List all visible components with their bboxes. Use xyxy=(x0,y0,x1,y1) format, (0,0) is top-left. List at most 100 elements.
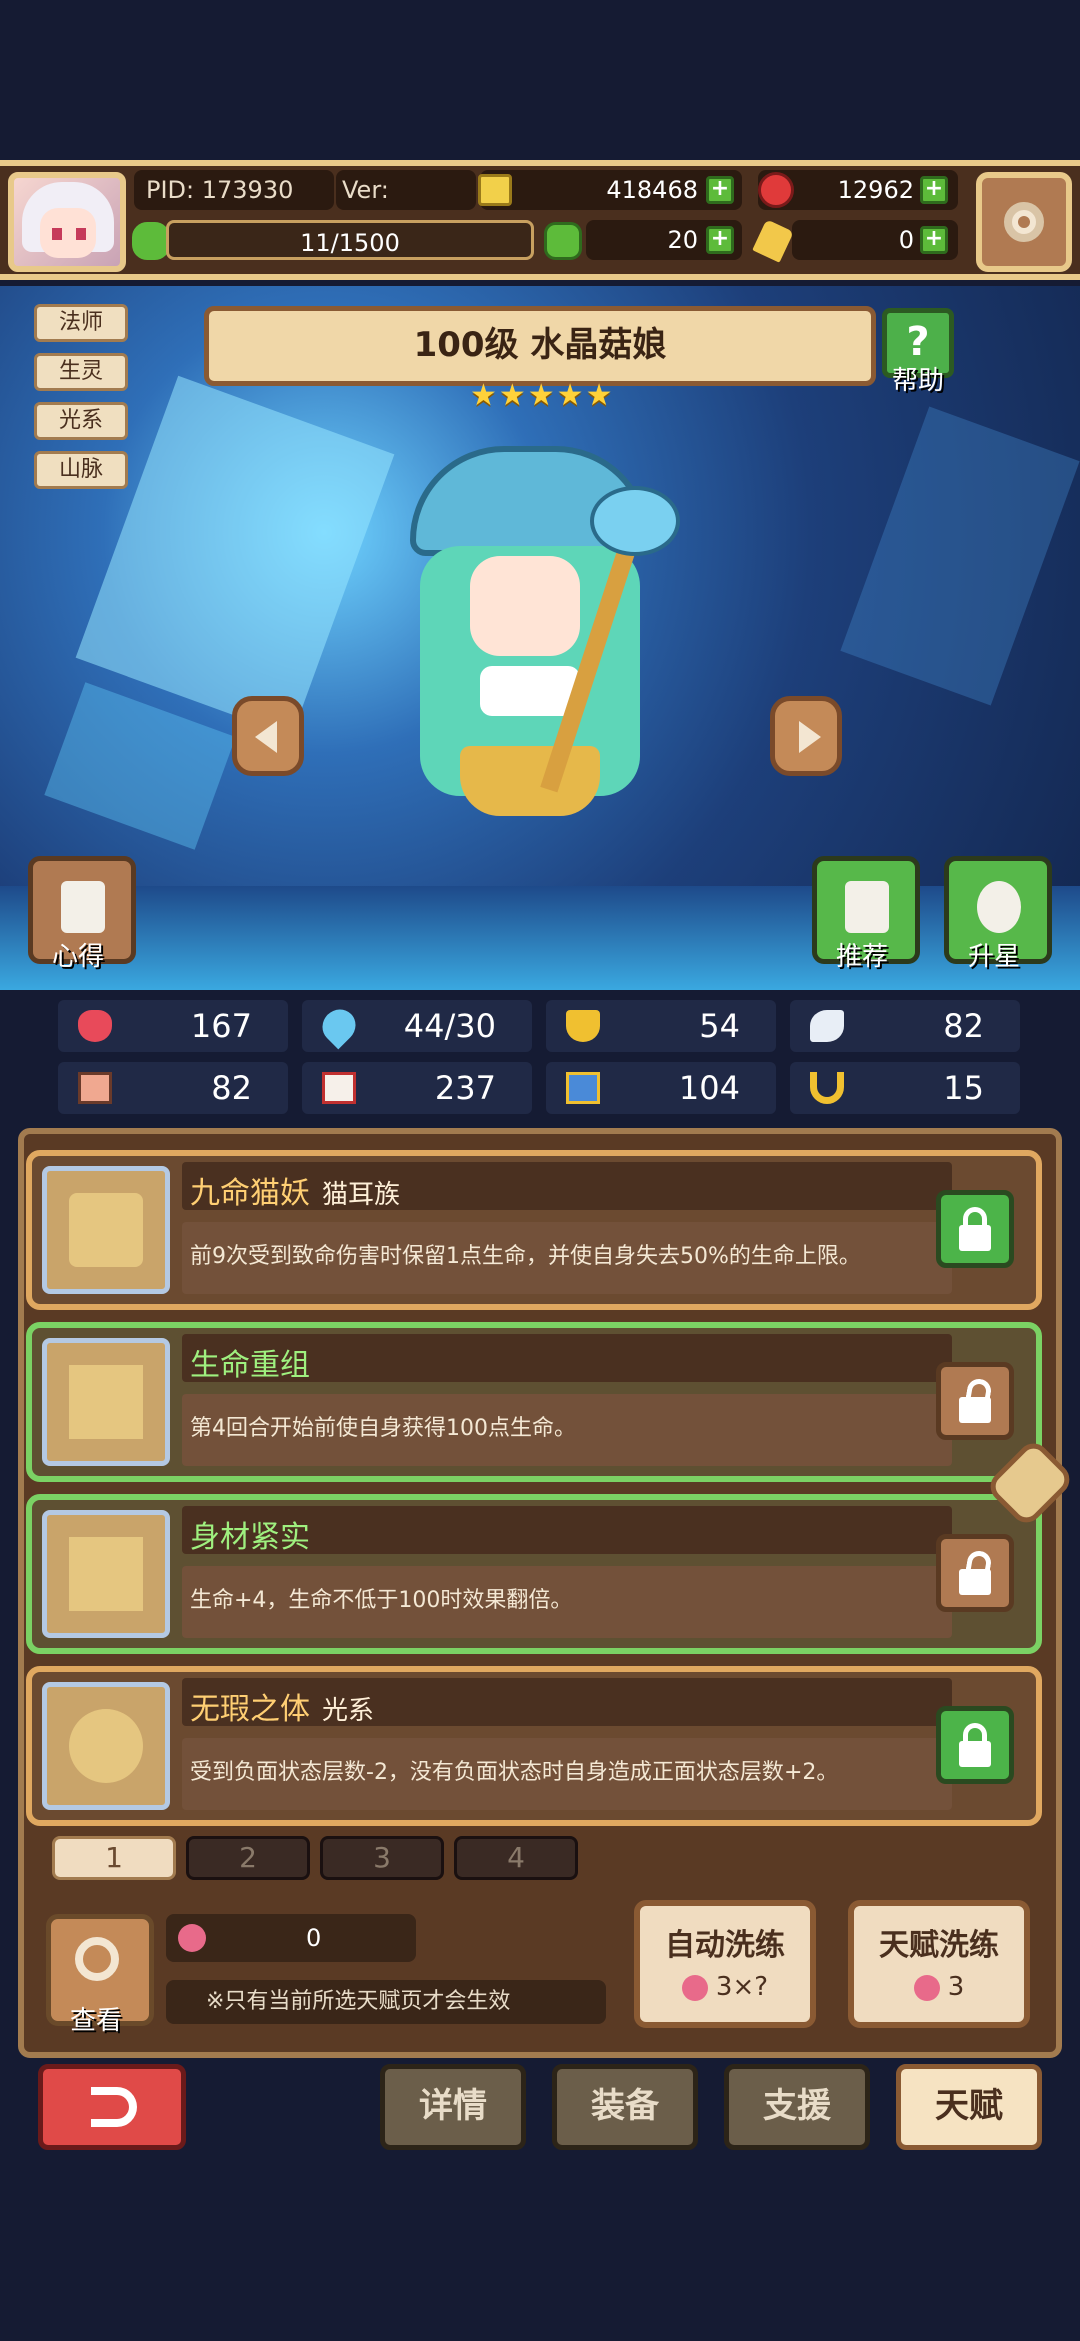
chevron-right-icon xyxy=(799,721,821,753)
stat-magic: 237 xyxy=(302,1062,532,1114)
talent-slot-1[interactable]: 九命猫妖 猫耳族 前9次受到致命伤害时保留1点生命，并使自身失去50%的生命上限。 xyxy=(26,1150,1042,1310)
fist-icon xyxy=(78,1072,112,1104)
character-face xyxy=(470,556,580,656)
character-sprite[interactable] xyxy=(390,436,690,936)
page-tab-1[interactable]: 1 xyxy=(52,1836,176,1880)
cat-icon xyxy=(69,1193,143,1267)
stat-luck: 15 xyxy=(790,1062,1020,1114)
peach-icon xyxy=(178,1924,206,1952)
avatar-eye xyxy=(52,228,62,240)
stat-value: 44/30 xyxy=(403,1007,496,1045)
back-button[interactable] xyxy=(38,2064,186,2150)
talent-name: 身材紧实 xyxy=(190,1520,310,1555)
talent-icon-box xyxy=(42,1510,170,1638)
talent-wash-cost: 3 xyxy=(854,1972,1024,2002)
character-skirt xyxy=(460,746,600,816)
talent-unlock-button[interactable] xyxy=(936,1362,1014,1440)
talent-wash-label: 天赋洗练 xyxy=(879,1928,999,1963)
wash-section: 查看 0 ※只有当前所选天赋页才会生效 自动洗练 3×? 天赋洗练 3 xyxy=(36,1900,1036,2040)
auto-wash-cost: 3×? xyxy=(640,1972,810,2002)
talent-unlock-button[interactable] xyxy=(936,1534,1014,1612)
gem-add-button[interactable]: + xyxy=(920,176,948,204)
key-add-button[interactable]: + xyxy=(920,226,948,254)
peach-icon xyxy=(913,1974,940,2001)
star-rating: ★★★★★ xyxy=(470,378,615,413)
nav-details[interactable]: 详情 xyxy=(380,2064,526,2150)
top-status-bar: PID: 173930 Ver: 1.0.1.0 418468 + 12962 … xyxy=(0,160,1080,280)
clover-value: 20 xyxy=(667,226,698,254)
talent-name: 生命重组 xyxy=(190,1348,310,1383)
talent-subtype: 猫耳族 xyxy=(322,1180,401,1210)
question-icon: ? xyxy=(906,319,930,365)
talent-slot-2[interactable]: 生命重组 第4回合开始前使自身获得100点生命。 xyxy=(26,1322,1042,1482)
magnifier-icon xyxy=(75,1937,119,1981)
peach-counter: 0 xyxy=(166,1914,416,1962)
key-value: 0 xyxy=(898,226,914,254)
nav-support[interactable]: 支援 xyxy=(724,2064,870,2150)
talent-name: 无瑕之体 xyxy=(190,1692,310,1727)
talent-slot-3[interactable]: 身材紧实 生命+4，生命不低于100时效果翻倍。 xyxy=(26,1494,1042,1654)
lock-body xyxy=(959,1397,991,1423)
wing-icon xyxy=(810,1010,844,1042)
talent-lock-button[interactable] xyxy=(936,1706,1014,1784)
nav-equipment[interactable]: 装备 xyxy=(552,2064,698,2150)
speed-icon xyxy=(566,1072,600,1104)
gold-coin-icon xyxy=(478,174,512,206)
stat-value: 167 xyxy=(190,1007,252,1045)
page-tab-3[interactable]: 3 xyxy=(320,1836,444,1880)
key-icon xyxy=(752,219,794,263)
gold-counter: 418468 xyxy=(480,170,742,210)
tag-class: 法师 xyxy=(34,304,128,342)
avatar-face xyxy=(40,208,96,258)
talent-name-row: 身材紧实 xyxy=(190,1512,310,1556)
stat-mana: 44/30 xyxy=(302,1000,532,1052)
mana-drop-icon xyxy=(315,1002,363,1050)
talent-subtype: 光系 xyxy=(322,1696,375,1726)
auto-wash-label: 自动洗练 xyxy=(665,1928,785,1963)
help-label: 帮助 xyxy=(892,366,945,396)
gear-icon xyxy=(1004,202,1044,242)
recommend-label: 推荐 xyxy=(836,942,889,972)
stat-defense: 54 xyxy=(546,1000,776,1052)
auto-wash-button[interactable]: 自动洗练 3×? xyxy=(634,1900,816,2028)
talent-description: 前9次受到致命伤害时保留1点生命，并使自身失去50%的生命上限。 xyxy=(190,1244,861,1269)
crystal-decor xyxy=(840,406,1080,706)
back-arrow-icon xyxy=(91,2087,137,2127)
lock-body xyxy=(959,1569,991,1595)
talent-lock-button[interactable] xyxy=(936,1190,1014,1268)
stat-value: 82 xyxy=(943,1007,984,1045)
notes-label: 心得 xyxy=(52,942,105,972)
bottom-nav: 详情 装备 支援 天赋 xyxy=(0,2060,1080,2160)
settings-button[interactable] xyxy=(976,172,1072,272)
talent-description: 第4回合开始前使自身获得100点生命。 xyxy=(190,1416,576,1441)
page-tab-2[interactable]: 2 xyxy=(186,1836,310,1880)
peach-value: 0 xyxy=(306,1924,322,1952)
talent-slot-4[interactable]: 无瑕之体 光系 受到负面状态层数-2，没有负面状态时自身造成正面状态层数+2。 xyxy=(26,1666,1042,1826)
page-note: ※只有当前所选天赋页才会生效 xyxy=(166,1980,606,2024)
talent-name-row: 无瑕之体 光系 xyxy=(190,1684,374,1728)
view-label: 查看 xyxy=(70,2006,123,2036)
red-gem-icon xyxy=(758,172,794,208)
gold-add-button[interactable]: + xyxy=(706,176,734,204)
clover-add-button[interactable]: + xyxy=(706,226,734,254)
star-up-label: 升星 xyxy=(968,942,1021,972)
talent-icon-box xyxy=(42,1338,170,1466)
talent-description: 受到负面状态层数-2，没有负面状态时自身造成正面状态层数+2。 xyxy=(190,1760,839,1785)
cross-icon xyxy=(69,1537,143,1611)
tag-terrain: 山脉 xyxy=(34,451,128,489)
page-tab-4[interactable]: 4 xyxy=(454,1836,578,1880)
nav-talent[interactable]: 天赋 xyxy=(896,2064,1042,2150)
player-avatar[interactable] xyxy=(8,172,126,272)
stat-value: 54 xyxy=(699,1007,740,1045)
next-character-button[interactable] xyxy=(770,696,842,776)
talent-description: 生命+4，生命不低于100时效果翻倍。 xyxy=(190,1588,573,1613)
tag-element: 光系 xyxy=(34,402,128,440)
prev-character-button[interactable] xyxy=(232,696,304,776)
lock-body xyxy=(959,1225,991,1251)
horseshoe-icon xyxy=(810,1072,844,1104)
pid-label: PID: 173930 xyxy=(134,170,334,210)
lock-body xyxy=(959,1741,991,1767)
stats-panel: 167 44/30 54 82 82 237 104 15 xyxy=(0,990,1080,1120)
talent-wash-button[interactable]: 天赋洗练 3 xyxy=(848,1900,1030,2028)
thumbs-up-icon xyxy=(845,881,889,933)
